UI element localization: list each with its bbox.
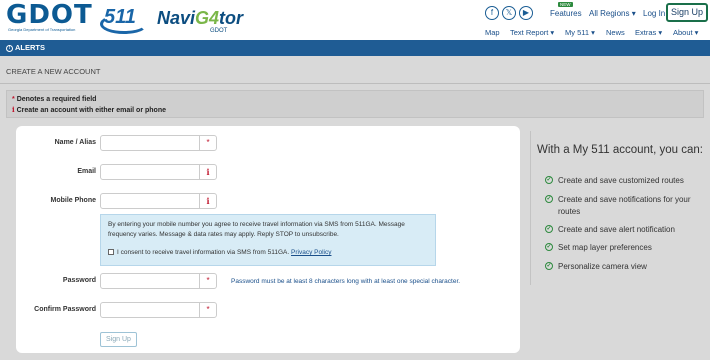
logo-511-text: 511 (104, 6, 136, 28)
sms-consent: I consent to receive travel information … (108, 248, 331, 258)
alert-icon: ! (6, 44, 13, 52)
signup-header-button[interactable]: Sign Up (666, 3, 708, 22)
confirm-password-label: Confirm Password (34, 306, 96, 313)
sms-disclaimer: By entering your mobile number you agree… (100, 214, 436, 266)
required-marker: * (199, 274, 216, 288)
form-notice: * Denotes a required field i Create an a… (6, 90, 704, 118)
email-input[interactable]: i (100, 164, 217, 180)
all-regions-dropdown[interactable]: All Regions ▾ (589, 9, 636, 18)
password-label: Password (62, 277, 96, 284)
create-account-form: Name / Alias * Email i Mobile Phone i By… (16, 126, 520, 353)
phone-label: Mobile Phone (50, 197, 97, 204)
divider (530, 131, 531, 285)
divider (0, 83, 710, 84)
password-input[interactable]: * (100, 273, 217, 289)
phone-input[interactable]: i (100, 193, 217, 209)
check-circle-icon: ✓ (545, 225, 553, 233)
navigator-logo-part: Navi (157, 8, 196, 28)
info-marker: i (199, 194, 216, 208)
facebook-icon[interactable]: f (485, 6, 499, 20)
name-label: Name / Alias (54, 139, 96, 146)
nav-map[interactable]: Map (485, 28, 500, 37)
nav-extras[interactable]: Extras ▾ (635, 28, 662, 37)
benefit-text: Create and save alert notification (558, 225, 675, 234)
youtube-icon[interactable]: ▶ (519, 6, 533, 20)
consent-text: I consent to receive travel information … (117, 249, 290, 256)
alerts-bar[interactable]: ! ALERTS (0, 40, 710, 56)
navigator-logo-part: G4 (195, 8, 220, 28)
benefit-text: Create and save customized routes (558, 176, 684, 185)
consent-checkbox[interactable] (108, 249, 114, 256)
info-marker: i (12, 105, 15, 114)
benefit-text: Set map layer preferences (558, 243, 652, 252)
name-input[interactable]: * (100, 135, 217, 151)
privacy-policy-link[interactable]: Privacy Policy (291, 249, 331, 256)
gdot-logo-text: GDOT (6, 0, 93, 30)
alerts-label: ALERTS (15, 43, 45, 52)
sms-text: By entering your mobile number you agree… (108, 221, 405, 238)
navigator-logo[interactable]: NaviG4tor (157, 8, 243, 29)
info-marker: i (199, 165, 216, 179)
nav-my-511[interactable]: My 511 ▾ (565, 28, 595, 37)
required-marker: * (199, 136, 216, 150)
check-circle-icon: ✓ (545, 195, 553, 203)
signup-button[interactable]: Sign Up (100, 332, 137, 347)
site-header: GDOT Georgia Department of Transportatio… (0, 0, 710, 40)
login-link[interactable]: Log In (643, 9, 665, 18)
required-marker: * (12, 96, 15, 103)
required-marker: * (199, 303, 216, 317)
email-label: Email (77, 168, 96, 175)
gdot-logo[interactable]: GDOT Georgia Department of Transportatio… (6, 0, 94, 36)
navigator-logo-part: tor (219, 8, 244, 28)
check-circle-icon: ✓ (545, 243, 553, 251)
logo-511[interactable]: 511 (100, 4, 152, 36)
new-badge: NEW (558, 2, 573, 7)
features-link[interactable]: Features (550, 9, 582, 18)
nav-about[interactable]: About ▾ (673, 28, 698, 37)
x-icon[interactable]: 𝕏 (502, 6, 516, 20)
required-note: Denotes a required field (16, 96, 97, 103)
nav-text-report[interactable]: Text Report ▾ (510, 28, 554, 37)
navigator-by-gdot: GDOT (210, 28, 228, 34)
page-title: CREATE A NEW ACCOUNT (6, 67, 101, 76)
confirm-password-input[interactable]: * (100, 302, 217, 318)
benefits-title: With a My 511 account, you can: (537, 144, 703, 156)
info-note: Create an account with either email or p… (16, 107, 166, 114)
benefit-text: Personalize camera view (558, 262, 647, 271)
check-circle-icon: ✓ (545, 176, 553, 184)
nav-news[interactable]: News (606, 28, 625, 37)
check-circle-icon: ✓ (545, 262, 553, 270)
benefit-text: Create and save notifications for your r… (558, 195, 691, 216)
password-hint: Password must be at least 8 characters l… (231, 278, 461, 285)
gdot-logo-subtitle: Georgia Department of Transportation (8, 27, 76, 32)
